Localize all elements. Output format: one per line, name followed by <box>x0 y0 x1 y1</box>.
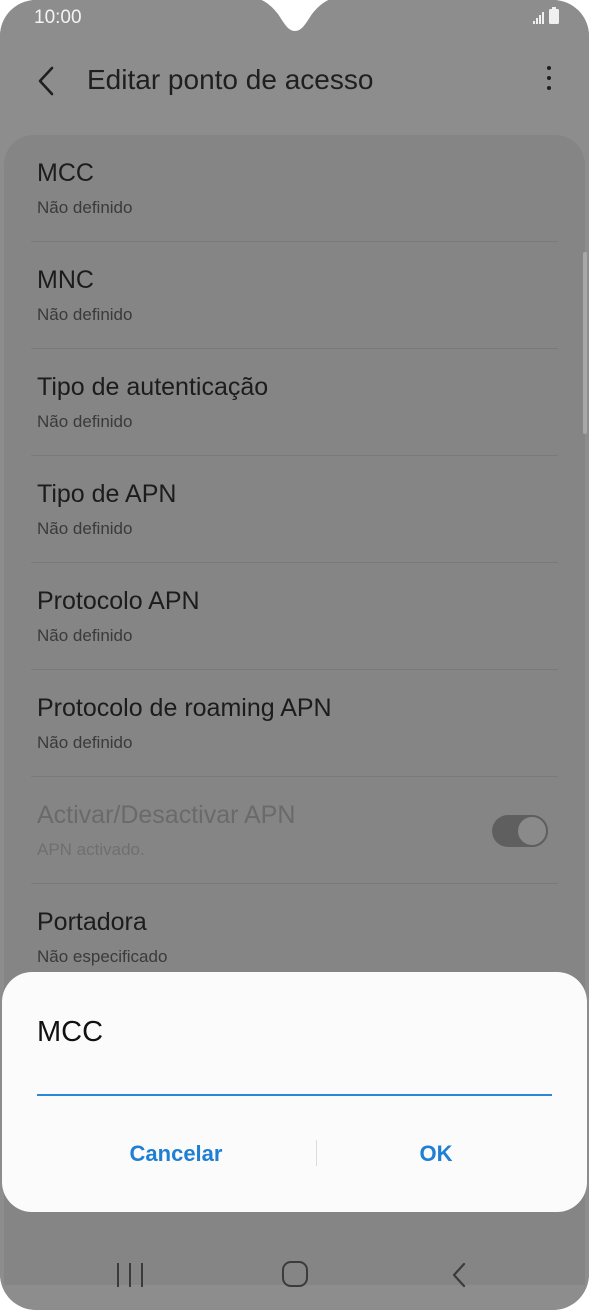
recents-icon[interactable] <box>117 1263 143 1287</box>
cancel-button[interactable]: Cancelar <box>22 1134 330 1174</box>
setting-title: Tipo de autenticação <box>37 373 269 401</box>
mcc-input[interactable] <box>37 1072 552 1096</box>
setting-value: APN activado. <box>37 840 145 859</box>
status-icons <box>533 7 559 24</box>
ok-button[interactable]: OK <box>336 1134 536 1174</box>
phone-frame: 10:00 Editar ponto de acesso MCC Não def… <box>0 0 589 1310</box>
more-vertical-icon[interactable] <box>545 66 553 96</box>
dialog-title: MCC <box>37 1016 104 1048</box>
home-icon[interactable] <box>282 1261 308 1287</box>
setting-value: Não definido <box>37 198 133 217</box>
setting-title: MCC <box>37 159 94 187</box>
setting-value: Não especificado <box>37 947 168 966</box>
setting-title: Tipo de APN <box>37 480 177 508</box>
setting-item-mnc[interactable]: MNC Não definido <box>4 242 585 349</box>
status-bar: 10:00 <box>0 0 589 36</box>
setting-value: Não definido <box>37 519 133 538</box>
apn-enable-toggle <box>492 815 548 847</box>
setting-value: Não definido <box>37 626 133 645</box>
page-title: Editar ponto de acesso <box>87 64 374 95</box>
status-time: 10:00 <box>34 7 82 28</box>
setting-item-apn-enable: Activar/Desactivar APN APN activado. <box>4 777 585 884</box>
scrollbar[interactable] <box>583 252 587 434</box>
setting-item-auth-type[interactable]: Tipo de autenticação Não definido <box>4 349 585 456</box>
battery-icon <box>549 7 559 24</box>
setting-value: Não definido <box>37 305 133 324</box>
app-bar: Editar ponto de acesso <box>0 50 589 110</box>
setting-title: Protocolo APN <box>37 587 200 615</box>
setting-item-apn-type[interactable]: Tipo de APN Não definido <box>4 456 585 563</box>
back-icon[interactable] <box>450 1261 468 1289</box>
setting-title: Portadora <box>37 908 147 936</box>
camera-notch <box>261 0 329 31</box>
setting-title: MNC <box>37 266 94 294</box>
setting-title: Activar/Desactivar APN <box>37 801 296 829</box>
toggle-knob <box>516 815 548 847</box>
mcc-dialog: MCC Cancelar OK <box>2 972 587 1212</box>
setting-value: Não definido <box>37 412 133 431</box>
setting-value: Não definido <box>37 733 133 752</box>
navigation-bar <box>0 1248 589 1310</box>
signal-icon <box>533 12 544 24</box>
setting-title: Protocolo de roaming APN <box>37 694 332 722</box>
chevron-left-icon[interactable] <box>34 64 62 98</box>
button-divider <box>316 1140 317 1166</box>
setting-item-apn-protocol[interactable]: Protocolo APN Não definido <box>4 563 585 670</box>
screen: 10:00 Editar ponto de acesso MCC Não def… <box>0 0 589 1310</box>
setting-item-apn-roaming-protocol[interactable]: Protocolo de roaming APN Não definido <box>4 670 585 777</box>
setting-item-mcc[interactable]: MCC Não definido <box>4 135 585 242</box>
